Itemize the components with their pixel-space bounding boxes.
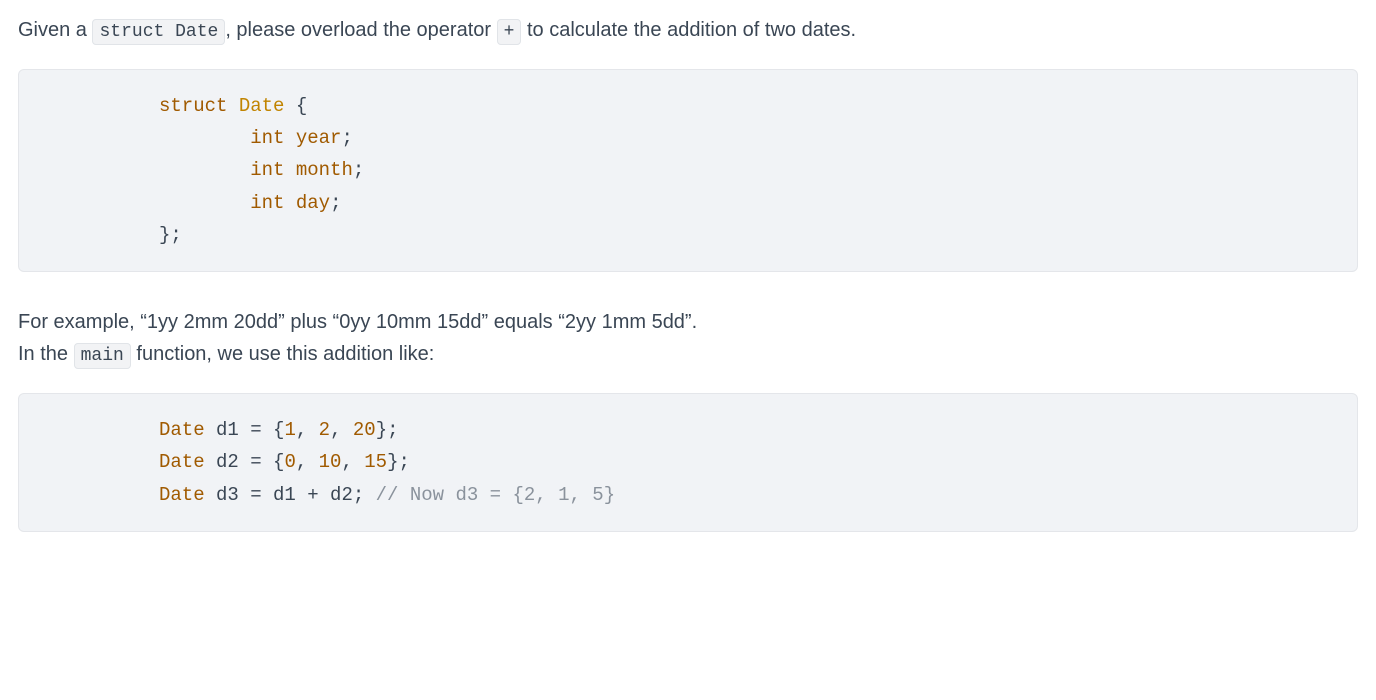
example-paragraph-line1: For example, “1yy 2mm 20dd” plus “0yy 10… [18,306,1358,338]
equals: = [250,451,261,473]
var-d3: d3 [205,484,251,506]
var-d2: d2 [205,451,251,473]
brace-open: { [262,419,285,441]
intro-text-pre: Given a [18,19,92,41]
type-date: Date [159,419,205,441]
comma: , [296,451,319,473]
num-20: 20 [353,419,376,441]
semicolon: ; [353,159,364,181]
keyword-struct: struct [159,95,227,117]
num-10: 10 [319,451,342,473]
equals: = [250,484,261,506]
field-month: month [296,159,353,181]
semicolon: ; [341,127,352,149]
inline-code-main: main [74,343,131,369]
intro-text-mid: , please overload the operator [225,19,496,41]
var-d1: d1 [205,419,251,441]
num-0: 0 [284,451,295,473]
example-paragraph-line2: In the main function, we use this additi… [18,338,1358,371]
code-block-struct-definition: struct Date { int year; int month; int d… [18,69,1358,272]
keyword-int: int [250,127,284,149]
num-1: 1 [284,419,295,441]
field-year: year [296,127,342,149]
type-name-date: Date [239,95,285,117]
comma: , [341,451,364,473]
comment-result: // Now d3 = {2, 1, 5} [376,484,615,506]
semicolon: ; [330,192,341,214]
brace-open: { [262,451,285,473]
num-2: 2 [319,419,330,441]
num-15: 15 [364,451,387,473]
comma: , [296,419,319,441]
keyword-int: int [250,159,284,181]
equals: = [250,419,261,441]
expr-d1-plus-d2: d1 + d2; [262,484,376,506]
line2-pre: In the [18,343,74,365]
intro-text-post: to calculate the addition of two dates. [521,19,856,41]
intro-paragraph: Given a struct Date, please overload the… [18,14,1358,47]
brace-close: }; [387,451,410,473]
brace-open: { [284,95,307,117]
line2-post: function, we use this addition like: [131,343,435,365]
brace-close: }; [159,224,182,246]
keyword-int: int [250,192,284,214]
code-block-usage-example: Date d1 = {1, 2, 20}; Date d2 = {0, 10, … [18,393,1358,532]
field-day: day [296,192,330,214]
type-date: Date [159,451,205,473]
inline-code-struct-date: struct Date [92,19,225,45]
inline-code-plus: + [497,19,522,45]
brace-close: }; [376,419,399,441]
type-date: Date [159,484,205,506]
comma: , [330,419,353,441]
